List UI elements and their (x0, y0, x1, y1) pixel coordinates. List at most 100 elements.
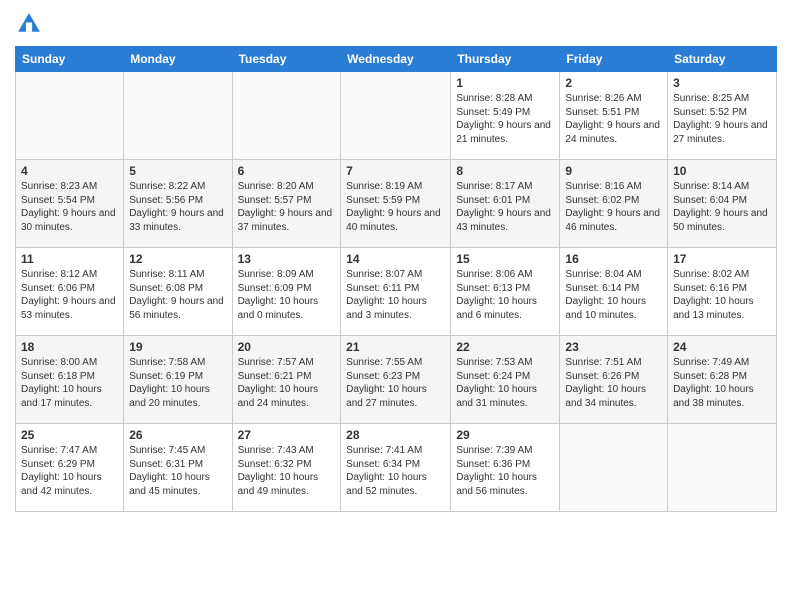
day-cell (668, 424, 777, 512)
day-number: 9 (565, 164, 662, 178)
day-cell: 2 Sunrise: 8:26 AM Sunset: 5:51 PM Daylig… (560, 72, 668, 160)
day-info: Sunrise: 7:58 AM Sunset: 6:19 PM Dayligh… (129, 356, 226, 410)
day-cell: 28 Sunrise: 7:41 AM Sunset: 6:34 PM Dayli… (341, 424, 451, 512)
day-cell: 27 Sunrise: 7:43 AM Sunset: 6:32 PM Dayli… (232, 424, 341, 512)
day-cell: 18Sunrise: 8:00 AM Sunset: 6:18 PM Dayli… (16, 336, 124, 424)
calendar-page: SundayMondayTuesdayWednesdayThursdayFrid… (0, 0, 792, 612)
week-row: 25 Sunrise: 7:47 AM Sunset: 6:29 PM Dayli… (16, 424, 777, 512)
column-header-tuesday: Tuesday (232, 47, 341, 72)
day-info: Sunrise: 8:02 AM Sunset: 6:16 PM Dayligh… (673, 268, 771, 322)
day-info: Sunrise: 7:53 AM Sunset: 6:24 PM Dayligh… (456, 356, 554, 410)
header (15, 10, 777, 38)
day-number: 4 (21, 164, 118, 178)
day-cell: 5 Sunrise: 8:22 AM Sunset: 5:56 PM Daylig… (124, 160, 232, 248)
day-info: Sunrise: 8:26 AM Sunset: 5:51 PM Dayligh… (565, 92, 662, 146)
day-number: 22 (456, 340, 554, 354)
day-info: Sunrise: 8:19 AM Sunset: 5:59 PM Dayligh… (346, 180, 445, 234)
day-cell: 3 Sunrise: 8:25 AM Sunset: 5:52 PM Daylig… (668, 72, 777, 160)
day-number: 26 (129, 428, 226, 442)
day-number: 6 (238, 164, 336, 178)
day-number: 19 (129, 340, 226, 354)
day-number: 28 (346, 428, 445, 442)
week-row: 4 Sunrise: 8:23 AM Sunset: 5:54 PM Daylig… (16, 160, 777, 248)
week-row: 1Sunrise: 8:28 AM Sunset: 5:49 PM Daylig… (16, 72, 777, 160)
day-number: 25 (21, 428, 118, 442)
day-number: 21 (346, 340, 445, 354)
day-cell: 20 Sunrise: 7:57 AM Sunset: 6:21 PM Dayli… (232, 336, 341, 424)
day-number: 14 (346, 252, 445, 266)
day-number: 1 (456, 76, 554, 90)
day-number: 12 (129, 252, 226, 266)
day-cell (16, 72, 124, 160)
day-info: Sunrise: 7:55 AM Sunset: 6:23 PM Dayligh… (346, 356, 445, 410)
day-cell: 10 Sunrise: 8:14 AM Sunset: 6:04 PM Dayli… (668, 160, 777, 248)
day-number: 15 (456, 252, 554, 266)
day-info: Sunrise: 7:49 AM Sunset: 6:28 PM Dayligh… (673, 356, 771, 410)
day-number: 16 (565, 252, 662, 266)
day-cell (232, 72, 341, 160)
day-cell: 19 Sunrise: 7:58 AM Sunset: 6:19 PM Dayli… (124, 336, 232, 424)
day-number: 5 (129, 164, 226, 178)
day-number: 24 (673, 340, 771, 354)
day-info: Sunrise: 7:43 AM Sunset: 6:32 PM Dayligh… (238, 444, 336, 498)
day-info: Sunrise: 8:23 AM Sunset: 5:54 PM Dayligh… (21, 180, 118, 234)
day-info: Sunrise: 7:57 AM Sunset: 6:21 PM Dayligh… (238, 356, 336, 410)
day-number: 27 (238, 428, 336, 442)
day-cell (560, 424, 668, 512)
day-cell: 14Sunrise: 8:07 AM Sunset: 6:11 PM Dayli… (341, 248, 451, 336)
day-number: 18 (21, 340, 118, 354)
header-row: SundayMondayTuesdayWednesdayThursdayFrid… (16, 47, 777, 72)
day-cell: 1Sunrise: 8:28 AM Sunset: 5:49 PM Daylig… (451, 72, 560, 160)
day-cell: 29 Sunrise: 7:39 AM Sunset: 6:36 PM Dayli… (451, 424, 560, 512)
day-info: Sunrise: 8:20 AM Sunset: 5:57 PM Dayligh… (238, 180, 336, 234)
day-cell: 7Sunrise: 8:19 AM Sunset: 5:59 PM Daylig… (341, 160, 451, 248)
day-info: Sunrise: 8:04 AM Sunset: 6:14 PM Dayligh… (565, 268, 662, 322)
day-info: Sunrise: 8:11 AM Sunset: 6:08 PM Dayligh… (129, 268, 226, 322)
day-info: Sunrise: 8:12 AM Sunset: 6:06 PM Dayligh… (21, 268, 118, 322)
logo-icon (15, 10, 43, 38)
day-cell: 24 Sunrise: 7:49 AM Sunset: 6:28 PM Dayli… (668, 336, 777, 424)
column-header-monday: Monday (124, 47, 232, 72)
day-cell: 15Sunrise: 8:06 AM Sunset: 6:13 PM Dayli… (451, 248, 560, 336)
calendar-table: SundayMondayTuesdayWednesdayThursdayFrid… (15, 46, 777, 512)
day-number: 20 (238, 340, 336, 354)
day-cell: 9 Sunrise: 8:16 AM Sunset: 6:02 PM Daylig… (560, 160, 668, 248)
day-cell: 8 Sunrise: 8:17 AM Sunset: 6:01 PM Daylig… (451, 160, 560, 248)
day-cell (124, 72, 232, 160)
day-info: Sunrise: 8:17 AM Sunset: 6:01 PM Dayligh… (456, 180, 554, 234)
day-cell: 21 Sunrise: 7:55 AM Sunset: 6:23 PM Dayli… (341, 336, 451, 424)
day-info: Sunrise: 8:16 AM Sunset: 6:02 PM Dayligh… (565, 180, 662, 234)
day-info: Sunrise: 8:22 AM Sunset: 5:56 PM Dayligh… (129, 180, 226, 234)
week-row: 18Sunrise: 8:00 AM Sunset: 6:18 PM Dayli… (16, 336, 777, 424)
day-info: Sunrise: 7:51 AM Sunset: 6:26 PM Dayligh… (565, 356, 662, 410)
day-cell: 17Sunrise: 8:02 AM Sunset: 6:16 PM Dayli… (668, 248, 777, 336)
day-info: Sunrise: 7:41 AM Sunset: 6:34 PM Dayligh… (346, 444, 445, 498)
column-header-sunday: Sunday (16, 47, 124, 72)
day-number: 10 (673, 164, 771, 178)
day-number: 8 (456, 164, 554, 178)
day-number: 2 (565, 76, 662, 90)
day-info: Sunrise: 8:25 AM Sunset: 5:52 PM Dayligh… (673, 92, 771, 146)
day-cell: 22 Sunrise: 7:53 AM Sunset: 6:24 PM Dayli… (451, 336, 560, 424)
day-cell: 6 Sunrise: 8:20 AM Sunset: 5:57 PM Daylig… (232, 160, 341, 248)
day-number: 29 (456, 428, 554, 442)
column-header-friday: Friday (560, 47, 668, 72)
day-cell: 23 Sunrise: 7:51 AM Sunset: 6:26 PM Dayli… (560, 336, 668, 424)
day-cell: 11 Sunrise: 8:12 AM Sunset: 6:06 PM Dayli… (16, 248, 124, 336)
day-number: 11 (21, 252, 118, 266)
day-info: Sunrise: 8:14 AM Sunset: 6:04 PM Dayligh… (673, 180, 771, 234)
column-header-wednesday: Wednesday (341, 47, 451, 72)
day-cell: 13Sunrise: 8:09 AM Sunset: 6:09 PM Dayli… (232, 248, 341, 336)
day-info: Sunrise: 7:47 AM Sunset: 6:29 PM Dayligh… (21, 444, 118, 498)
day-number: 3 (673, 76, 771, 90)
week-row: 11 Sunrise: 8:12 AM Sunset: 6:06 PM Dayli… (16, 248, 777, 336)
day-number: 23 (565, 340, 662, 354)
day-info: Sunrise: 7:45 AM Sunset: 6:31 PM Dayligh… (129, 444, 226, 498)
day-info: Sunrise: 7:39 AM Sunset: 6:36 PM Dayligh… (456, 444, 554, 498)
day-cell: 12 Sunrise: 8:11 AM Sunset: 6:08 PM Dayli… (124, 248, 232, 336)
day-cell: 4 Sunrise: 8:23 AM Sunset: 5:54 PM Daylig… (16, 160, 124, 248)
day-cell: 16 Sunrise: 8:04 AM Sunset: 6:14 PM Dayli… (560, 248, 668, 336)
day-cell: 25 Sunrise: 7:47 AM Sunset: 6:29 PM Dayli… (16, 424, 124, 512)
day-number: 13 (238, 252, 336, 266)
day-cell: 26 Sunrise: 7:45 AM Sunset: 6:31 PM Dayli… (124, 424, 232, 512)
